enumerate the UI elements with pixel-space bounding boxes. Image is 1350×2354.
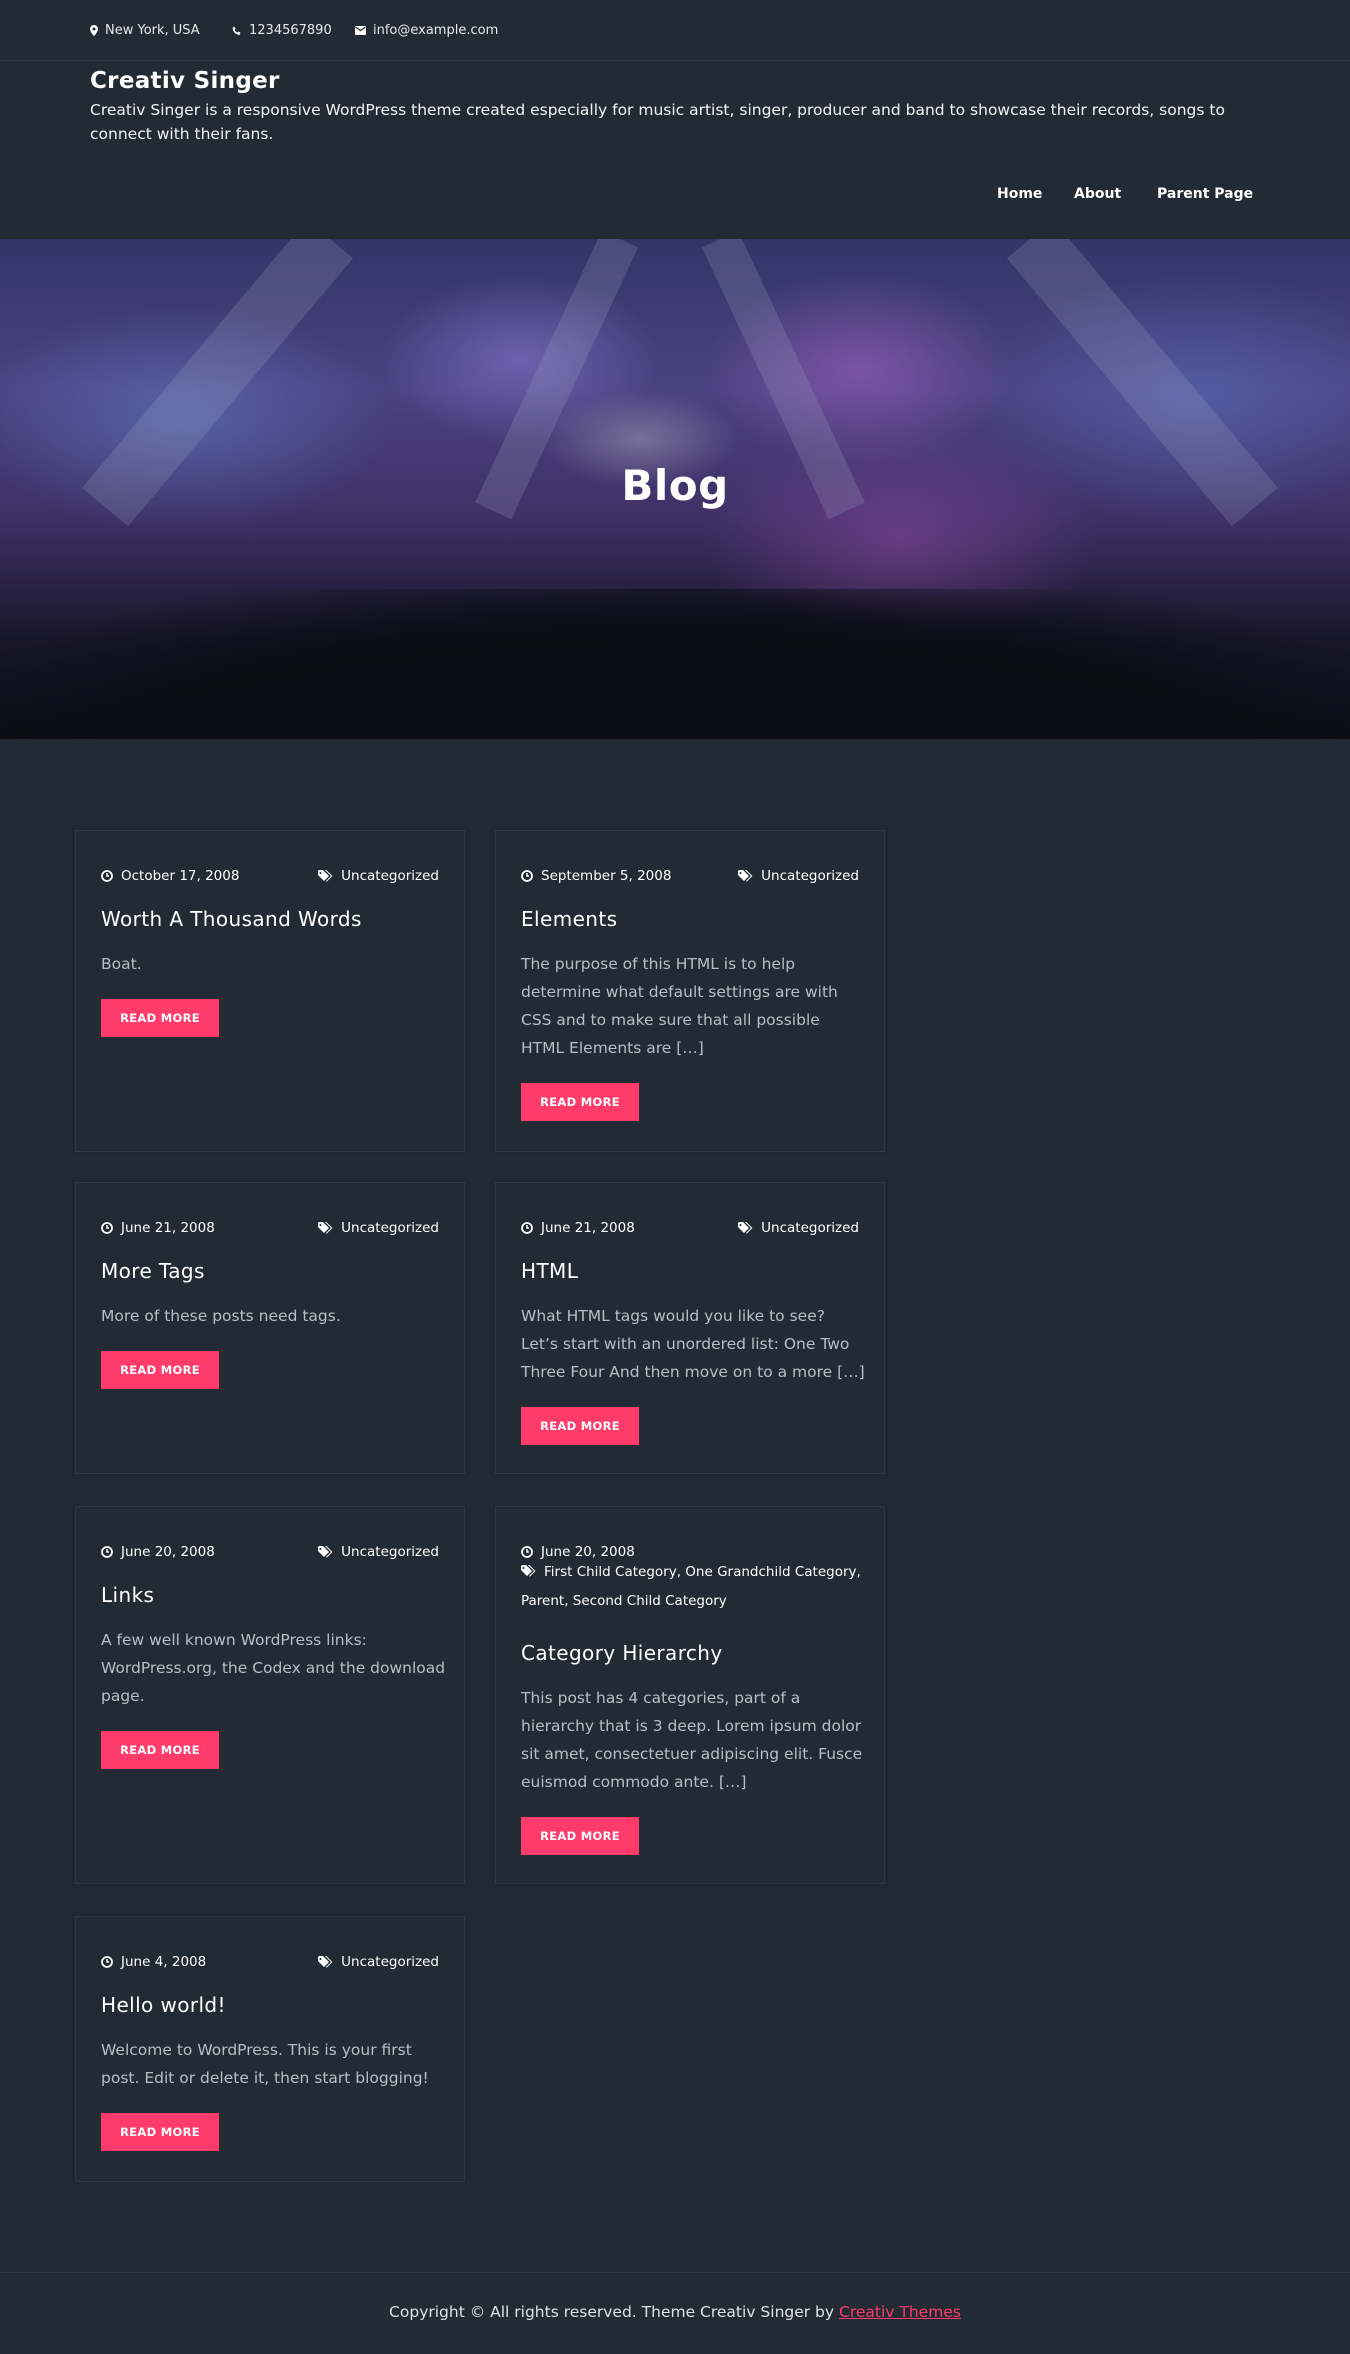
post-title[interactable]: Worth A Thousand Words [101,907,362,931]
post-date-text: June 4, 2008 [121,1954,207,1970]
nav-home[interactable]: Home [997,186,1042,202]
post-date[interactable]: June 21, 2008 [101,1220,215,1236]
site-footer: Copyright © All rights reserved. Theme C… [0,2272,1350,2354]
nav-about[interactable]: About [1074,186,1121,202]
post-category[interactable]: Uncategorized [738,1220,859,1236]
site-header: Creativ Singer Creativ Singer is a respo… [0,62,1350,238]
post-date-text: June 20, 2008 [121,1544,215,1560]
post-date[interactable]: June 4, 2008 [101,1954,206,1970]
phone-icon [232,26,241,35]
post-date[interactable]: September 5, 2008 [521,868,671,884]
post-card: June 20, 2008 First Child Category, One … [495,1506,885,1884]
email-info[interactable]: info@example.com [355,23,498,38]
copyright-label: Copyright © All rights reserved. Theme C… [389,2303,840,2321]
top-bar: New York, USA 1234567890 info@example.co… [0,0,1350,61]
post-category-text: Uncategorized [761,1220,859,1236]
site-title[interactable]: Creativ Singer [90,68,280,94]
post-excerpt: A few well known WordPress links: WordPr… [101,1631,446,1705]
clock-icon [101,870,113,882]
envelope-icon [355,26,366,35]
post-category[interactable]: Uncategorized [318,868,439,884]
post-title[interactable]: HTML [521,1259,578,1283]
post-excerpt: Welcome to WordPress. This is your first… [101,2041,429,2087]
tags-icon [738,1222,753,1234]
tags-icon [318,1222,333,1234]
post-card: June 20, 2008 Uncategorized Links A few … [75,1506,465,1884]
post-date[interactable]: June 21, 2008 [521,1220,635,1236]
tags-icon [521,1565,536,1577]
tags-icon [318,870,333,882]
clock-icon [101,1956,113,1968]
read-more-button[interactable]: READ MORE [521,1407,639,1445]
post-category-text: Uncategorized [341,1954,439,1970]
clock-icon [101,1222,113,1234]
post-card: June 21, 2008 Uncategorized HTML What HT… [495,1182,885,1474]
post-category[interactable]: Uncategorized [738,868,859,884]
location-text: New York, USA [105,23,200,38]
read-more-button[interactable]: READ MORE [101,1731,219,1769]
phone-text: 1234567890 [249,23,332,38]
post-title[interactable]: Elements [521,907,617,931]
post-category[interactable]: Uncategorized [318,1954,439,1970]
post-category-text: Uncategorized [341,1220,439,1236]
post-excerpt: Boat. [101,955,142,973]
clock-icon [521,1222,533,1234]
post-excerpt: This post has 4 categories, part of a hi… [521,1689,863,1791]
post-date-text: June 21, 2008 [121,1220,215,1236]
read-more-button[interactable]: READ MORE [101,999,219,1037]
map-marker-icon [90,25,98,36]
post-excerpt: More of these posts need tags. [101,1307,341,1325]
post-category-text: Uncategorized [761,868,859,884]
post-title[interactable]: Hello world! [101,1993,226,2017]
read-more-button[interactable]: READ MORE [521,1817,639,1855]
post-date-text: October 17, 2008 [121,868,240,884]
read-more-button[interactable]: READ MORE [101,1351,219,1389]
read-more-button[interactable]: READ MORE [521,1083,639,1121]
email-text: info@example.com [373,23,499,38]
post-category[interactable]: First Child Category, One Grandchild Cat… [521,1558,871,1616]
post-card: September 5, 2008 Uncategorized Elements… [495,830,885,1152]
tags-icon [318,1546,333,1558]
post-card: October 17, 2008 Uncategorized Worth A T… [75,830,465,1152]
copyright-text: Copyright © All rights reserved. Theme C… [0,2303,1350,2321]
clock-icon [101,1546,113,1558]
read-more-button[interactable]: READ MORE [101,2113,219,2151]
post-title[interactable]: More Tags [101,1259,205,1283]
post-category-text: First Child Category, One Grandchild Cat… [521,1564,861,1609]
page-title: Blog [621,461,729,510]
post-category[interactable]: Uncategorized [318,1220,439,1236]
post-date-text: September 5, 2008 [541,868,672,884]
post-date[interactable]: June 20, 2008 [101,1544,215,1560]
post-title[interactable]: Category Hierarchy [521,1641,723,1665]
clock-icon [521,1546,533,1558]
post-card: June 21, 2008 Uncategorized More Tags Mo… [75,1182,465,1474]
post-date[interactable]: October 17, 2008 [101,868,239,884]
nav-parent-page[interactable]: Parent Page [1157,186,1253,202]
post-card: June 4, 2008 Uncategorized Hello world! … [75,1916,465,2182]
post-title[interactable]: Links [101,1583,154,1607]
hero-banner: Blog [0,239,1350,739]
post-category-text: Uncategorized [341,1544,439,1560]
post-category-text: Uncategorized [341,868,439,884]
creativ-themes-link[interactable]: Creativ Themes [839,2303,961,2321]
post-date-text: June 21, 2008 [541,1220,635,1236]
post-excerpt: What HTML tags would you like to see? Le… [521,1307,865,1381]
tags-icon [738,870,753,882]
site-description: Creativ Singer is a responsive WordPress… [90,101,1225,143]
tags-icon [318,1956,333,1968]
clock-icon [521,870,533,882]
phone-info: 1234567890 [232,23,332,38]
location-info: New York, USA [90,23,200,38]
post-excerpt: The purpose of this HTML is to help dete… [521,955,838,1057]
post-category[interactable]: Uncategorized [318,1544,439,1560]
